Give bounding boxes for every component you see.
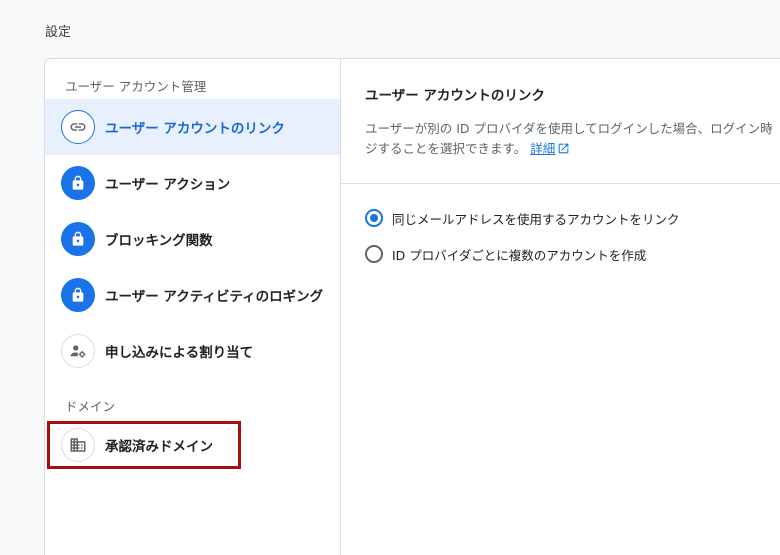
details-link[interactable]: 詳細 (530, 141, 570, 156)
description-line-1: ユーザーが別の ID プロバイダを使用してログインした場合、ログイン時 (365, 121, 773, 136)
divider (341, 183, 780, 184)
settings-card: ユーザー アカウント管理 ユーザー アカウントのリンク ユーザー アクション ブ… (44, 58, 780, 555)
content-title: ユーザー アカウントのリンク (365, 88, 545, 104)
lock-icon (61, 222, 95, 256)
building-icon (61, 428, 95, 462)
sidebar-item-account-linking[interactable]: ユーザー アカウントのリンク (45, 99, 340, 155)
sidebar-item-quota-allocation[interactable]: 申し込みによる割り当て (45, 323, 340, 379)
sidebar-item-user-activity-logging[interactable]: ユーザー アクティビティのロギング (45, 267, 340, 323)
content-description: ユーザーが別の ID プロバイダを使用してログインした場合、ログイン時 ジするこ… (365, 119, 780, 159)
radio-label: ID プロバイダごとに複数のアカウントを作成 (392, 247, 647, 263)
radio-label: 同じメールアドレスを使用するアカウントをリンク (392, 211, 680, 227)
lock-icon (61, 278, 95, 312)
sidebar-item-user-actions[interactable]: ユーザー アクション (45, 155, 340, 211)
radio-option-link-same-email[interactable]: 同じメールアドレスを使用するアカウントをリンク (365, 207, 680, 229)
sidebar-item-label: 申し込みによる割り当て (105, 345, 254, 361)
sidebar-item-label: ユーザー アクション (105, 177, 231, 193)
sidebar-item-label: ブロッキング関数 (105, 233, 213, 249)
lock-icon (61, 166, 95, 200)
radio-button-unchecked[interactable] (365, 245, 383, 263)
sidebar-item-authorized-domains[interactable]: 承認済みドメイン (45, 417, 340, 473)
section-label-user-account-management: ユーザー アカウント管理 (65, 79, 207, 94)
sidebar-item-label: 承認済みドメイン (105, 439, 213, 455)
sidebar-item-label: ユーザー アクティビティのロギング (105, 289, 324, 305)
description-line-2: ジすることを選択できます。 詳細 (365, 139, 780, 159)
sidebar-item-label: ユーザー アカウントのリンク (105, 121, 285, 137)
link-icon (61, 110, 95, 144)
open-in-new-icon (555, 141, 570, 156)
sidebar-item-blocking-functions[interactable]: ブロッキング関数 (45, 211, 340, 267)
details-link-label: 詳細 (530, 141, 556, 156)
sidebar: ユーザー アカウント管理 ユーザー アカウントのリンク ユーザー アクション ブ… (45, 59, 341, 555)
radio-button-checked[interactable] (365, 209, 383, 227)
person-gear-icon (61, 334, 95, 368)
radio-option-multiple-accounts[interactable]: ID プロバイダごとに複数のアカウントを作成 (365, 243, 646, 265)
description-text: ジすることを選択できます。 (365, 141, 527, 156)
section-label-domains: ドメイン (65, 399, 116, 414)
main-content: ユーザー アカウントのリンク ユーザーが別の ID プロバイダを使用してログイン… (341, 59, 780, 555)
page-title: 設定 (45, 25, 72, 40)
